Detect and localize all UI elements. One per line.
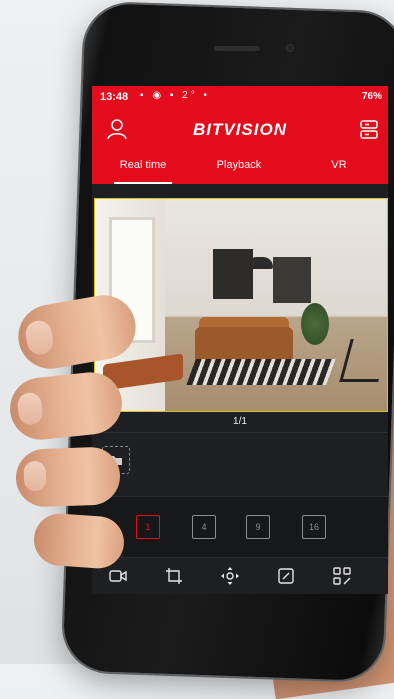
front-camera [286,44,294,52]
finger [32,511,126,571]
device-list-icon[interactable] [360,120,378,140]
tab-real-time[interactable]: Real time [114,156,172,184]
battery-level: 76% [361,91,382,102]
brand-logo: BITVISION [192,120,287,139]
divider [92,432,388,433]
video-rug [186,359,336,385]
split-screen-bar: 1 4 9 16 [92,497,388,557]
app-header: BITVISION [92,108,388,154]
video-artwork [213,249,253,299]
split-9-button[interactable]: 9 [246,515,270,539]
tab-playback[interactable]: Playback [206,156,272,182]
status-bar: 13:48 ▪ ◉ ▪ 2° • 76% [92,86,388,108]
split-4-button[interactable]: 4 [192,515,216,539]
grid-settings-icon[interactable] [332,566,352,586]
split-1-button[interactable]: 1 [136,515,160,539]
phone-speaker [214,46,260,51]
tab-vr[interactable]: VR [316,156,362,182]
status-time: 13:48 [100,91,129,103]
ptz-icon[interactable] [220,566,240,586]
page-indicator: 1/1 [233,416,247,427]
finger [15,446,121,508]
tab-bar: Real time Playback VR [92,154,388,184]
split-16-button[interactable]: 16 [302,515,326,539]
video-chair [339,339,387,382]
app-screen: 13:48 ▪ ◉ ▪ 2° • 76% BITVISION Real time… [92,86,388,594]
bottom-toolbar [92,558,388,594]
playback-icon[interactable] [276,566,296,586]
snapshot-icon[interactable] [164,566,184,586]
video-artwork [273,257,311,303]
video-sofa [195,327,293,363]
video-plant [301,303,329,345]
live-video-view[interactable] [94,198,388,412]
status-notification-icons: ▪ ◉ ▪ 2° • [140,90,210,101]
video-lamp [247,257,273,269]
record-icon[interactable] [108,566,128,586]
